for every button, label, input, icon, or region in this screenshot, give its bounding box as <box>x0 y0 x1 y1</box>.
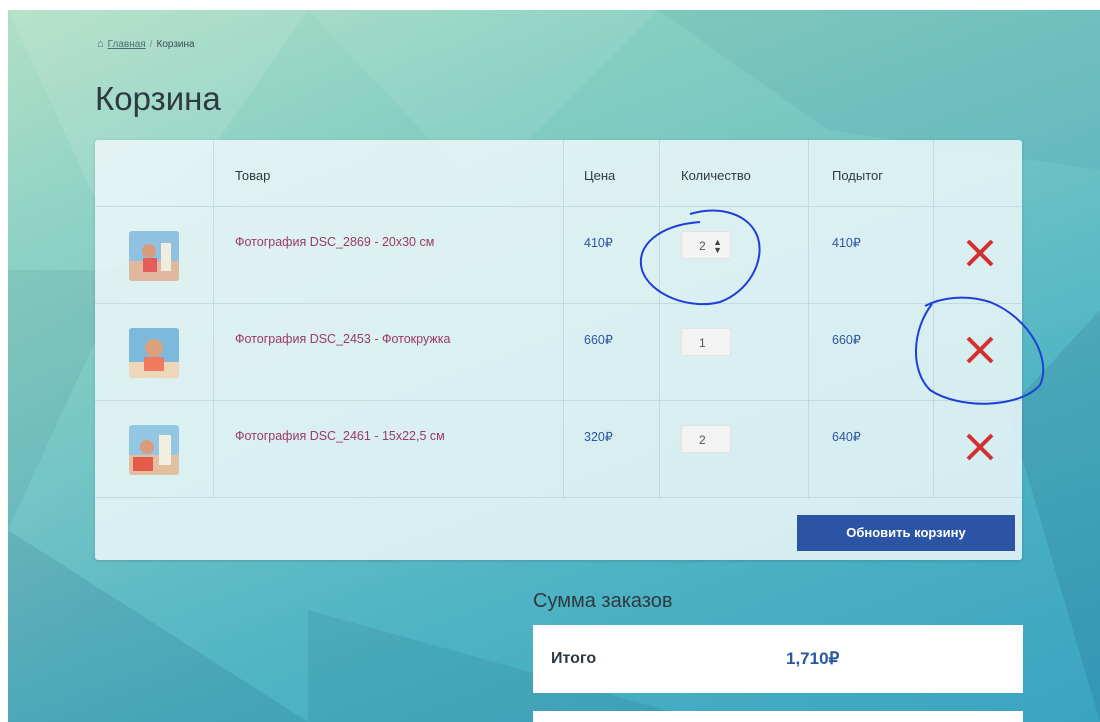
product-subtotal: 410₽ <box>832 236 861 250</box>
product-thumbnail[interactable] <box>129 328 179 378</box>
product-thumbnail[interactable] <box>129 425 179 475</box>
quantity-value: 2 <box>699 239 706 253</box>
breadcrumb-separator: / <box>149 38 153 50</box>
cart-totals-title: Сумма заказов <box>533 590 673 612</box>
remove-item-close-icon[interactable] <box>963 333 997 367</box>
product-link[interactable]: Фотография DSC_2453 - Фотокружка <box>235 332 450 346</box>
quantity-input[interactable]: 2 <box>681 425 731 453</box>
column-header-product: Товар <box>235 168 271 183</box>
product-price: 320₽ <box>584 430 613 444</box>
remove-item-close-icon[interactable] <box>963 236 997 270</box>
product-thumbnail[interactable] <box>129 231 179 281</box>
quantity-value: 1 <box>699 336 706 350</box>
cart-row: Фотография DSC_2869 - 20x30 см 410₽ 2 ▲ ▼… <box>95 206 1022 303</box>
cart-table: Товар Цена Количество Подытог Фотография… <box>95 140 1022 560</box>
cart-totals-table: Итого 1,710₽ <box>533 625 1023 693</box>
cart-row: Фотография DSC_2461 - 15x22,5 см 320₽ 2 … <box>95 400 1022 497</box>
total-value: 1,710₽ <box>786 649 840 668</box>
product-link[interactable]: Фотография DSC_2461 - 15x22,5 см <box>235 429 445 443</box>
update-cart-button[interactable]: Обновить корзину <box>797 515 1015 551</box>
product-link[interactable]: Фотография DSC_2869 - 20x30 см <box>235 235 434 249</box>
breadcrumb-home-link[interactable]: Главная <box>108 39 146 50</box>
breadcrumb: ⌂ Главная / Корзина <box>97 38 195 50</box>
column-header-quantity: Количество <box>681 168 751 183</box>
cart-totals-next-row <box>533 711 1023 722</box>
spinner-arrows-icon[interactable]: ▲ ▼ <box>713 238 722 255</box>
total-label: Итого <box>551 650 597 667</box>
column-header-price: Цена <box>584 168 616 183</box>
product-subtotal: 660₽ <box>832 333 861 347</box>
quantity-input[interactable]: 1 <box>681 328 731 356</box>
quantity-input[interactable]: 2 ▲ ▼ <box>681 231 731 259</box>
product-price: 660₽ <box>584 333 613 347</box>
breadcrumb-current: Корзина <box>156 38 195 50</box>
quantity-value: 2 <box>699 433 706 447</box>
column-header-subtotal: Подытог <box>832 168 883 183</box>
product-price: 410₽ <box>584 236 613 250</box>
cart-row: Фотография DSC_2453 - Фотокружка 660₽ 1 … <box>95 303 1022 400</box>
home-icon[interactable]: ⌂ <box>97 38 104 50</box>
remove-item-close-icon[interactable] <box>963 430 997 464</box>
product-subtotal: 640₽ <box>832 430 861 444</box>
page-title: Корзина <box>95 80 221 117</box>
